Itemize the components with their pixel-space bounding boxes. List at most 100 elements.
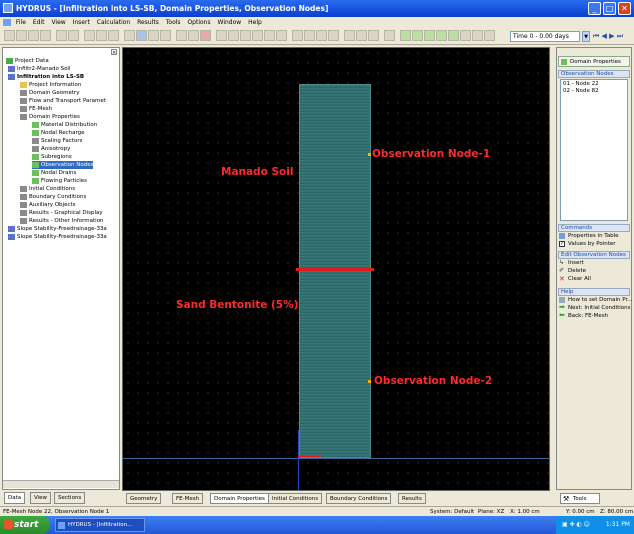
mesh-icon[interactable] (160, 30, 171, 41)
menu-results[interactable]: Results (137, 19, 159, 26)
clear-all-button[interactable]: ✕ Clear All (558, 275, 630, 283)
panel-close-icon[interactable]: × (111, 49, 117, 56)
tree-item-domain-properties[interactable]: Domain Properties (20, 113, 80, 121)
tree-item-infiltration-ls-sb[interactable]: Infiltration into LS-SB (8, 73, 84, 81)
tree-item-results-graphical[interactable]: Results - Graphical Display (20, 209, 103, 217)
tab-view[interactable]: View (30, 492, 52, 504)
time-dropdown-icon[interactable]: ▼ (582, 31, 590, 42)
tab-boundary-conditions[interactable]: Boundary Conditions (326, 493, 392, 504)
tab-initial-conditions[interactable]: Initial Conditions (268, 493, 323, 504)
view2-icon[interactable] (68, 30, 79, 41)
tree-item-nodal-drains[interactable]: Nodal Drains (32, 169, 76, 177)
material-icon[interactable] (400, 30, 411, 41)
tab-fe-mesh[interactable]: FE-Mesh (172, 493, 204, 504)
insert-button[interactable]: ↳ Insert (558, 259, 630, 267)
back-fe-mesh-link[interactable]: ⬅ Back: FE-Mesh (558, 312, 630, 320)
tool5-icon[interactable] (344, 30, 355, 41)
edit-icon[interactable] (108, 30, 119, 41)
tool7-icon[interactable] (368, 30, 379, 41)
tab-geometry[interactable]: Geometry (126, 493, 162, 504)
view-icon[interactable] (56, 30, 67, 41)
initial-icon[interactable] (436, 30, 447, 41)
menu-file[interactable]: File (16, 19, 26, 26)
tree-item-project-information[interactable]: Project Information (20, 81, 81, 89)
observation-node-1-marker[interactable] (368, 153, 371, 156)
tree-item-results-other[interactable]: Results - Other Information (20, 217, 104, 225)
select-icon[interactable] (136, 30, 147, 41)
tree-item-boundary-conditions[interactable]: Boundary Conditions (20, 193, 86, 201)
list-item[interactable]: 02 - Node 82 (563, 88, 625, 95)
boundary-icon[interactable] (448, 30, 459, 41)
chart-icon[interactable] (484, 30, 495, 41)
tray-icons[interactable]: ▣ ✚ ◐ ☺ (562, 521, 602, 529)
next-initial-conditions-link[interactable]: ➡ Next: Initial Conditions (558, 304, 631, 312)
tree-item-slope-stability-2[interactable]: Slope Stability-Freedrainage-33a (8, 233, 107, 241)
menu-calculation[interactable]: Calculation (97, 19, 130, 26)
properties-in-table-button[interactable]: Properties in Table (558, 232, 630, 240)
tool1-icon[interactable] (292, 30, 303, 41)
zoom-prev-icon[interactable] (276, 30, 287, 41)
tree-item-domain-geometry[interactable]: Domain Geometry (20, 89, 80, 97)
menu-window[interactable]: Window (218, 19, 242, 26)
taskbar-hydrus-item[interactable]: HYDRUS - [Infiltration... (55, 518, 145, 532)
tab-data[interactable]: Data (4, 492, 26, 504)
tree-item-flow-transport[interactable]: Flow and Transport Paramet (20, 97, 106, 105)
tab-sections[interactable]: Sections (54, 492, 86, 504)
zoom-extents-icon[interactable] (240, 30, 251, 41)
menu-insert[interactable]: Insert (73, 19, 90, 26)
observation-nodes-list[interactable]: 01 - Node 22 02 - Node 82 (560, 79, 628, 221)
help-link-domain[interactable]: How to set Domain Pr... (558, 296, 632, 304)
redo-icon[interactable] (96, 30, 107, 41)
tree-item-subregions[interactable]: Subregions (32, 153, 72, 161)
pan-icon[interactable] (188, 30, 199, 41)
zoom-all-icon[interactable] (228, 30, 239, 41)
list-item[interactable]: 01 - Node 22 (563, 81, 625, 88)
tool2-icon[interactable] (304, 30, 315, 41)
tree-item-anisotropy[interactable]: Anisotropy (32, 145, 70, 153)
tree-item-initial-conditions[interactable]: Initial Conditions (20, 185, 75, 193)
tree-item-nodal-recharge[interactable]: Nodal Recharge (32, 129, 85, 137)
save-icon[interactable] (28, 30, 39, 41)
close-button[interactable]: ✕ (618, 2, 631, 15)
table-icon[interactable] (472, 30, 483, 41)
menu-options[interactable]: Options (187, 19, 210, 26)
undo-icon[interactable] (84, 30, 95, 41)
zoom-out-icon[interactable] (264, 30, 275, 41)
tool3-icon[interactable] (316, 30, 327, 41)
tree-item-project-data[interactable]: Project Data (6, 57, 49, 65)
tree-item-material-distribution[interactable]: Material Distribution (32, 121, 97, 129)
maximize-button[interactable]: □ (603, 2, 616, 15)
recharge-icon[interactable] (412, 30, 423, 41)
menu-edit[interactable]: Edit (33, 19, 45, 26)
domain-properties-button[interactable]: Domain Properties (558, 56, 630, 67)
delete-button[interactable]: ✐ Delete (558, 267, 630, 275)
tool8-icon[interactable] (384, 30, 395, 41)
observation-node-2-marker[interactable] (368, 380, 371, 383)
minimize-button[interactable]: _ (588, 2, 601, 15)
tab-domain-properties[interactable]: Domain Properties (210, 493, 269, 504)
print-icon[interactable] (40, 30, 51, 41)
tree-item-manado-soil[interactable]: Infiltr2-Manado Soil (8, 65, 71, 73)
node-icon[interactable] (148, 30, 159, 41)
tool4-icon[interactable] (328, 30, 339, 41)
tree-item-observation-nodes[interactable]: Observation Nodes (32, 161, 94, 169)
tree-item-flowing-particles[interactable]: Flowing Particles (32, 177, 87, 185)
values-by-pointer-checkbox[interactable]: ✓ Values by Pointer (558, 240, 630, 248)
menu-help[interactable]: Help (248, 19, 262, 26)
zoom-in-icon[interactable] (252, 30, 263, 41)
time-nav-buttons[interactable]: ⏮ ◀ ▶ ⏭ (593, 31, 633, 42)
tree-item-fe-mesh[interactable]: FE-Mesh (20, 105, 52, 113)
domain-icon[interactable] (424, 30, 435, 41)
time-layer-select[interactable]: Time 0 - 0.00 days (510, 31, 580, 42)
tree-item-scaling-factors[interactable]: Scaling Factors (32, 137, 82, 145)
tab-tools[interactable]: ⚒ Tools (560, 493, 600, 504)
rotate-icon[interactable] (176, 30, 187, 41)
zoom-window-icon[interactable] (216, 30, 227, 41)
tab-results[interactable]: Results (398, 493, 426, 504)
tool6-icon[interactable] (356, 30, 367, 41)
results-icon[interactable] (460, 30, 471, 41)
tree-item-slope-stability-1[interactable]: Slope Stability-Freedrainage-33a (8, 225, 107, 233)
new-icon[interactable] (4, 30, 15, 41)
grid-icon[interactable] (124, 30, 135, 41)
menu-tools[interactable]: Tools (166, 19, 181, 26)
